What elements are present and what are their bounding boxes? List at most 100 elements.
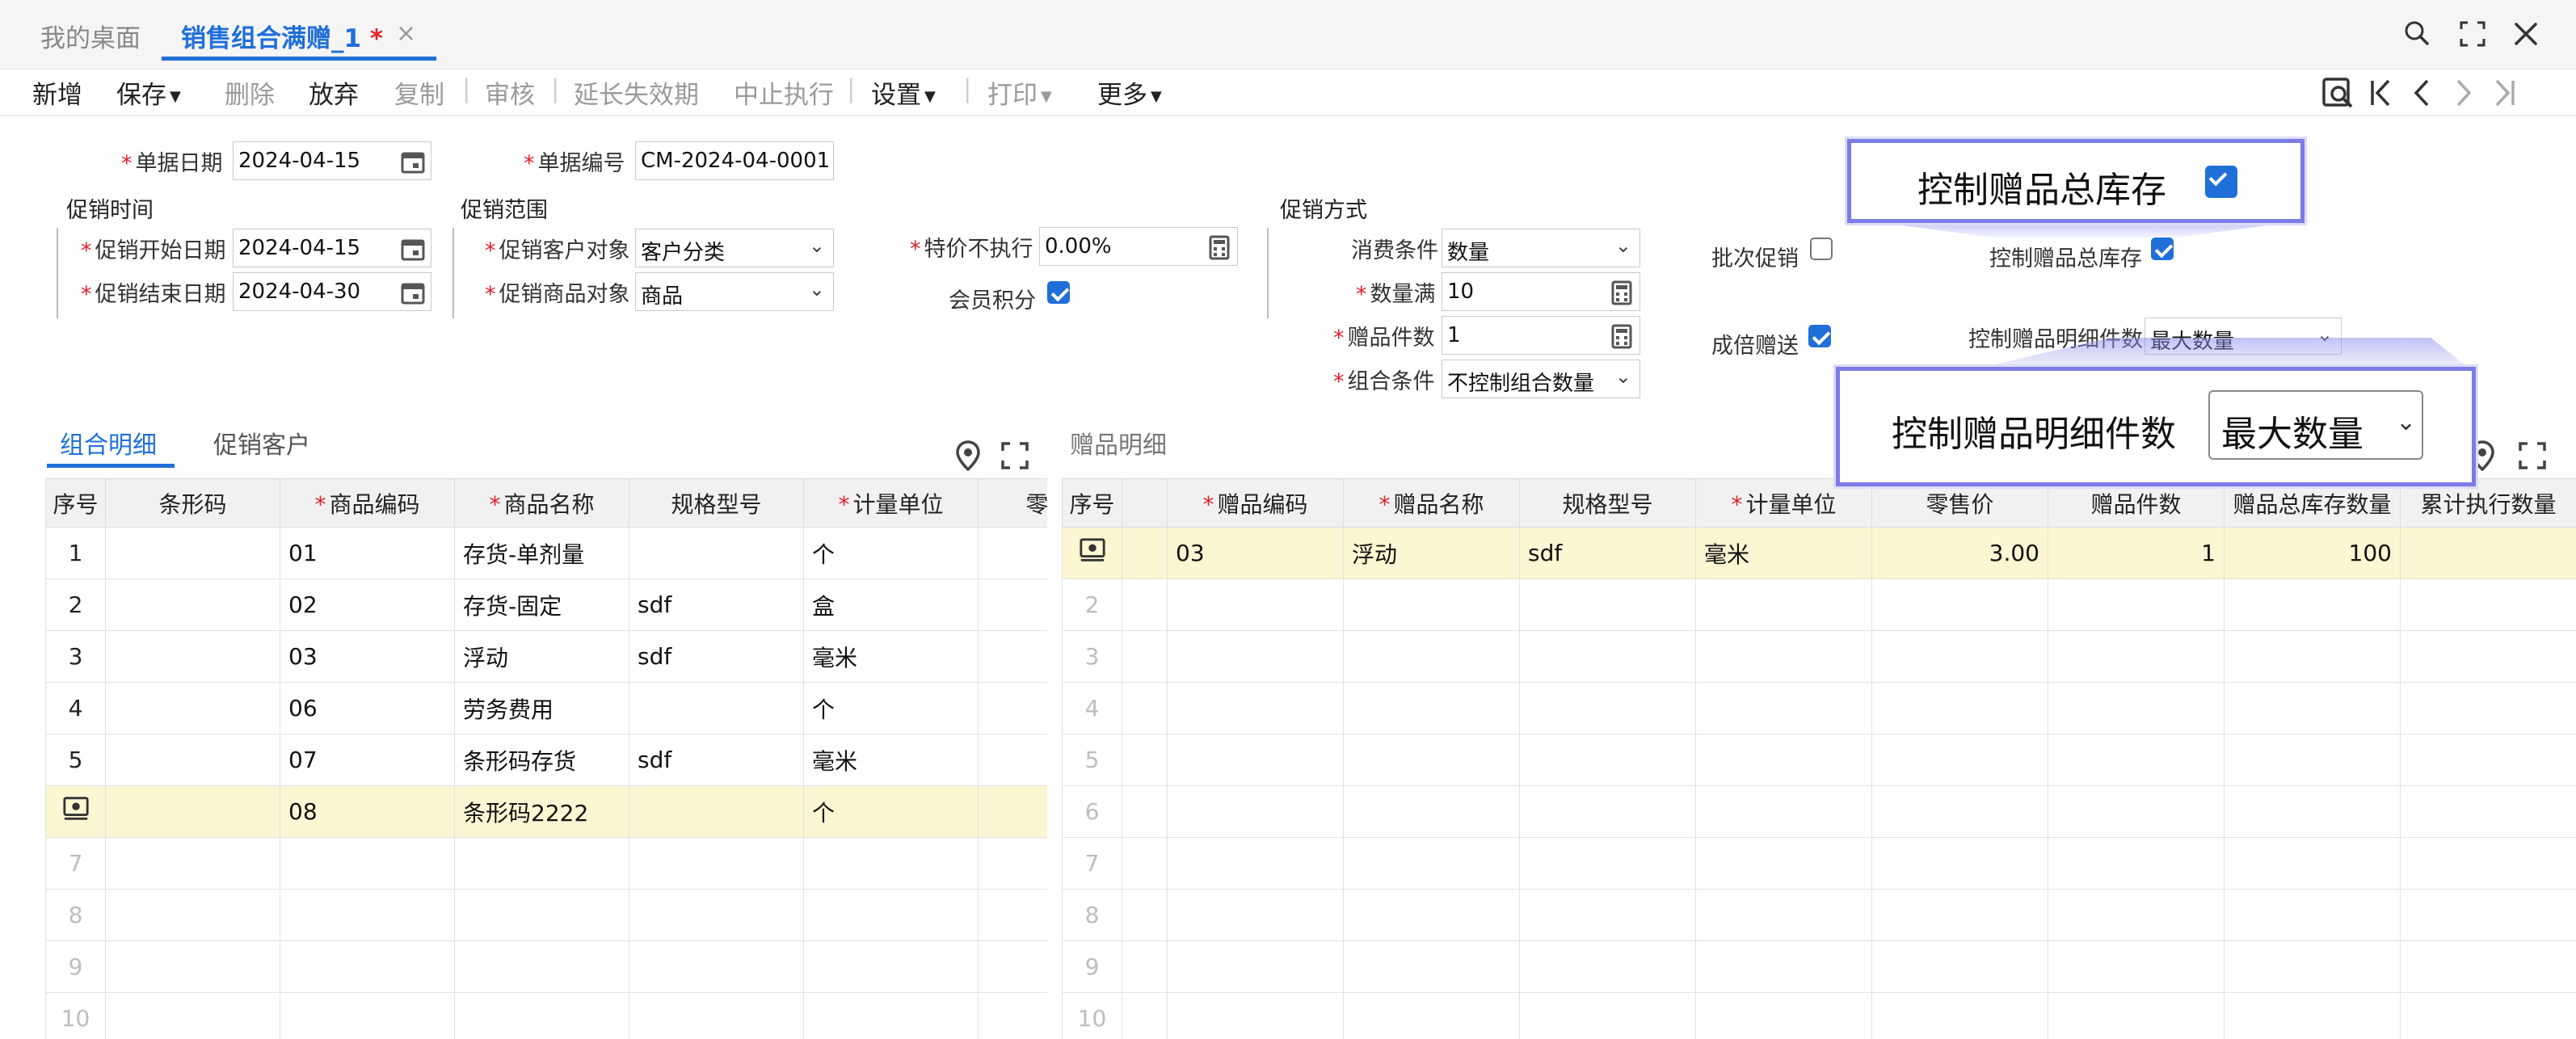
last-record-icon[interactable] [2486,74,2523,111]
calculator-icon[interactable] [1609,323,1635,349]
empty-cell[interactable] [280,837,455,890]
doc-no-field[interactable]: CM-2024-04-0001 [635,141,834,180]
empty-row[interactable]: 9 [45,940,1047,993]
table-row[interactable]: 08 条形码2222 个 [45,785,1047,838]
empty-cell[interactable] [2400,992,2576,1039]
empty-cell[interactable] [1871,734,2048,786]
empty-cell[interactable] [1343,578,1520,631]
cell-unit[interactable]: 毫米 [1695,527,1872,579]
empty-cell[interactable] [1871,889,2048,941]
extend-expiry-button[interactable]: 延长失效期 [574,74,699,111]
empty-cell[interactable] [2400,837,2576,890]
cell-code[interactable]: 08 [280,785,455,838]
empty-cell[interactable] [2224,889,2401,941]
empty-cell[interactable] [2048,940,2225,993]
empty-cell[interactable] [1695,940,1872,993]
column-header[interactable]: 条形码 [105,478,280,528]
cell-price[interactable]: 3.00 [1871,527,2048,579]
cell-unit[interactable]: 毫米 [803,734,979,786]
copy-button[interactable]: 复制 [394,74,444,111]
column-header[interactable]: * 计量单位 [803,478,979,528]
empty-cell[interactable] [1167,837,1344,890]
empty-cell[interactable] [1695,889,1872,941]
first-record-icon[interactable] [2363,74,2400,111]
cell-name[interactable]: 条形码2222 [454,785,629,838]
calculator-icon[interactable] [1206,234,1232,260]
tab-sales-combo-gift[interactable]: 销售组合满赠_1 * [181,18,383,54]
empty-cell[interactable] [2400,940,2576,993]
cell-unit[interactable]: 个 [803,527,979,579]
empty-cell[interactable] [1122,940,1168,993]
empty-cell[interactable] [1519,630,1696,683]
empty-cell[interactable] [1695,630,1872,683]
empty-cell[interactable] [280,889,455,941]
empty-cell[interactable] [1519,785,1696,838]
column-header[interactable]: 序号 [1062,478,1122,528]
empty-cell[interactable] [803,889,979,941]
customer-obj-select[interactable]: 客户分类 ⌄ [635,229,834,267]
delete-button[interactable]: 删除 [225,74,275,111]
empty-cell[interactable] [1871,992,2048,1039]
cell-name[interactable]: 浮动 [1343,527,1520,579]
cell-qty[interactable]: 1 [2048,527,2225,579]
cell-spec[interactable] [629,682,804,734]
calendar-icon[interactable] [400,149,426,175]
empty-cell[interactable] [1519,578,1696,631]
empty-cell[interactable] [978,940,1047,993]
empty-cell[interactable] [629,837,804,890]
empty-cell[interactable] [105,940,280,993]
cell-retail-price[interactable] [978,527,1047,579]
column-header[interactable] [1122,478,1168,528]
close-window-icon[interactable] [2508,16,2544,52]
cell-unit[interactable]: 盒 [803,578,979,631]
empty-cell[interactable] [1695,785,1872,838]
empty-cell[interactable] [2224,578,2401,631]
calendar-icon[interactable] [400,236,426,262]
empty-cell[interactable] [1122,992,1168,1039]
empty-cell[interactable] [1343,785,1520,838]
empty-cell[interactable] [1871,785,2048,838]
empty-cell[interactable] [803,940,979,993]
empty-row[interactable]: 10 [45,992,1047,1039]
abandon-button[interactable]: 放弃 [309,74,359,111]
empty-cell[interactable] [454,992,629,1039]
empty-row[interactable]: 6 [1062,785,2576,838]
cell-name[interactable]: 存货-固定 [454,578,629,631]
empty-cell[interactable] [1122,734,1168,786]
empty-cell[interactable] [2400,682,2576,734]
audit-button[interactable]: 审核 [485,74,535,111]
empty-row[interactable]: 4 [1062,682,2576,734]
empty-cell[interactable] [978,889,1047,941]
empty-cell[interactable] [2048,889,2225,941]
next-record-icon[interactable] [2445,74,2482,111]
empty-cell[interactable] [2048,682,2225,734]
empty-cell[interactable] [1519,837,1696,890]
cell-spec[interactable]: sdf [1519,527,1696,579]
batch-promo-checkbox[interactable] [1810,238,1833,260]
empty-cell[interactable] [1167,578,1344,631]
empty-cell[interactable] [1122,889,1168,941]
empty-cell[interactable] [1122,682,1168,734]
empty-cell[interactable] [1167,682,1344,734]
tab-combo-detail[interactable]: 组合明细 [60,425,157,461]
empty-cell[interactable] [1871,940,2048,993]
fullscreen-icon[interactable] [2455,16,2490,52]
consume-cond-select[interactable]: 数量 ⌄ [1442,229,1640,267]
empty-cell[interactable] [1167,992,1344,1039]
table-row[interactable]: 1 01 存货-单剂量 个 [45,527,1047,579]
cell-barcode[interactable] [105,734,280,786]
empty-cell[interactable] [1519,889,1696,941]
row-settings-icon[interactable] [1079,536,1106,564]
empty-cell[interactable] [1871,682,2048,734]
column-header[interactable]: * 赠品名称 [1343,478,1520,528]
stop-execution-button[interactable]: 中止执行 [734,74,834,111]
cell-unit[interactable]: 个 [803,682,979,734]
end-date-field[interactable]: 2024-04-30 [233,272,431,311]
cell-code[interactable]: 02 [280,578,455,631]
cell-code[interactable]: 07 [280,734,455,786]
goods-obj-select[interactable]: 商品 ⌄ [635,272,834,311]
more-menu[interactable]: 更多 ▼ [1097,74,1162,111]
column-header[interactable]: * 赠品编码 [1167,478,1344,528]
cell-name[interactable]: 浮动 [454,630,629,683]
empty-cell[interactable] [2400,578,2576,631]
